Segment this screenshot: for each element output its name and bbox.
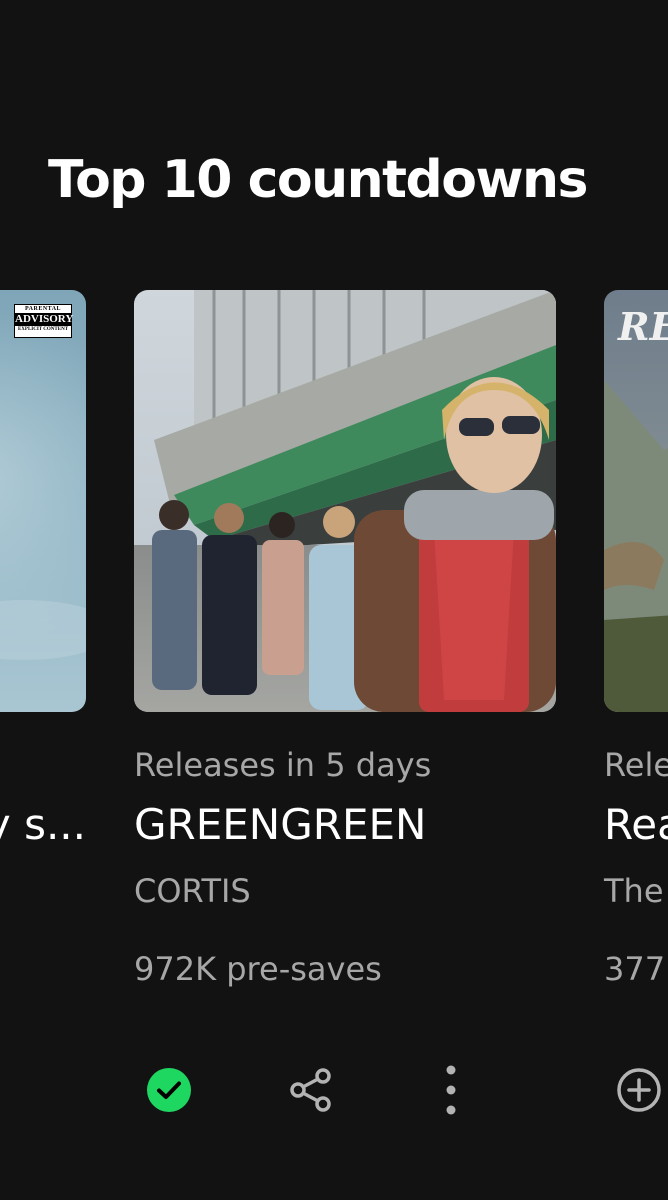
advisory-main-text: ADVISORY: [15, 313, 74, 326]
countdown-carousel[interactable]: PARENTAL ADVISORY EXPLICIT CONTENT y s..…: [0, 290, 668, 1150]
mountain-artwork: [604, 290, 668, 712]
plus-circle-icon: [617, 1068, 661, 1112]
countdown-card-next[interactable]: RE Rele Rea The 377.: [604, 290, 668, 1140]
presave-button[interactable]: [614, 1065, 664, 1115]
countdown-card-previous[interactable]: PARENTAL ADVISORY EXPLICIT CONTENT y s..…: [0, 290, 86, 1140]
more-options-button[interactable]: [426, 1065, 476, 1115]
advisory-bottom-text: EXPLICIT CONTENT: [17, 327, 69, 332]
presaved-button[interactable]: [144, 1065, 194, 1115]
album-cover-main[interactable]: [134, 290, 556, 712]
sky-artwork: [0, 290, 86, 712]
album-cover-previous[interactable]: PARENTAL ADVISORY EXPLICIT CONTENT: [0, 290, 86, 712]
album-cover-next[interactable]: RE: [604, 290, 668, 712]
more-vertical-icon: [446, 1065, 456, 1115]
release-countdown-next: Rele: [604, 746, 668, 784]
screen: Top 10 countdowns PARENTAL ADVISORY EXPL…: [0, 0, 668, 1200]
presave-count-next: 377.: [604, 950, 668, 988]
advisory-top-text: PARENTAL: [24, 306, 62, 312]
parental-advisory-label: PARENTAL ADVISORY EXPLICIT CONTENT: [14, 304, 74, 338]
artist-name-next[interactable]: The: [604, 872, 664, 910]
artist-name[interactable]: CORTIS: [134, 872, 251, 910]
album-cover-art: [134, 290, 556, 712]
card-actions: [134, 1065, 556, 1115]
card-actions-next: [604, 1065, 668, 1115]
countdown-card-main[interactable]: Releases in 5 days GREENGREEN CORTIS 972…: [134, 290, 556, 1140]
album-title-next[interactable]: Rea: [604, 800, 668, 849]
release-countdown: Releases in 5 days: [134, 746, 432, 784]
album-title-previous[interactable]: y s...: [0, 800, 86, 849]
section-title: Top 10 countdowns: [48, 150, 588, 210]
check-circle-icon: [147, 1068, 191, 1112]
presave-count: 972K pre-saves: [134, 950, 382, 988]
share-button[interactable]: [286, 1065, 336, 1115]
next-cover-text: RE: [618, 304, 668, 349]
share-icon: [290, 1068, 331, 1112]
album-title[interactable]: GREENGREEN: [134, 800, 426, 849]
